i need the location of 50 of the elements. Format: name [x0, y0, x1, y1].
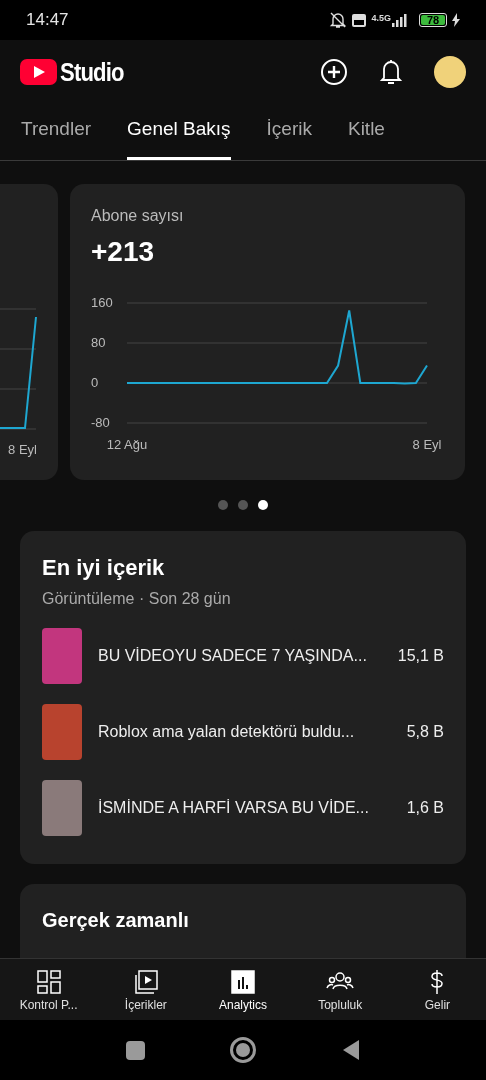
video-row[interactable]: BU VİDEOYU SADECE 7 YAŞINDA... 15,1 B — [42, 628, 444, 684]
home-button[interactable] — [229, 1037, 256, 1063]
x-tick-label: 8 Eyl — [412, 437, 442, 452]
status-time: 14:47 — [26, 9, 69, 32]
video-row[interactable]: İSMİNDE A HARFİ VARSA BU VİDE... 1,6 B — [42, 780, 444, 836]
notifications-button[interactable] — [378, 58, 404, 86]
video-views: 1,6 B — [405, 798, 444, 818]
video-title: BU VİDEOYU SADECE 7 YAŞINDA... — [98, 646, 367, 666]
subscriber-line-chart: -80 0 80 160 12 Ağu 8 Eyl — [91, 294, 444, 454]
y-tick-label: 0 — [91, 375, 99, 390]
nav-item[interactable]: Kontrol P... — [0, 959, 98, 1020]
battery-indicator: 78 — [419, 13, 447, 27]
avatar[interactable] — [434, 56, 466, 88]
bell-muted-icon — [329, 11, 348, 29]
video-title: Roblox ama yalan detektörü buldu... — [98, 722, 355, 742]
signal-icon — [392, 13, 408, 27]
line-series — [126, 309, 428, 385]
video-row[interactable]: Roblox ama yalan detektörü buldu... 5,8 B — [42, 704, 444, 760]
card-subtitle: Görüntüleme · Son 28 gün — [42, 591, 232, 607]
tab[interactable]: Genel Bakış — [127, 114, 231, 160]
nav-item[interactable]: Gelir — [388, 959, 486, 1020]
tab[interactable]: Trendler — [21, 114, 92, 160]
plus-circle-icon — [320, 58, 348, 86]
bell-icon — [378, 58, 404, 86]
recents-button[interactable] — [125, 1040, 145, 1060]
card-title: En iyi içerik — [42, 557, 166, 579]
video-title: İSMİNDE A HARFİ VARSA BU VİDE... — [98, 798, 369, 818]
network-type: 4.5G — [371, 13, 391, 23]
metric-value: +213 — [91, 238, 156, 266]
nav-item[interactable]: Analytics — [194, 959, 292, 1020]
y-tick-label: 160 — [91, 295, 113, 310]
tab[interactable]: İçerik — [266, 114, 312, 160]
nav-item[interactable]: İçerikler — [97, 959, 195, 1020]
bar-chart-icon — [230, 968, 256, 995]
video-views: 15,1 B — [396, 646, 444, 666]
y-tick-label: 80 — [91, 335, 106, 350]
y-tick-label: -80 — [91, 415, 110, 430]
video-library-icon — [132, 968, 159, 995]
metric-title: Abone sayısı — [91, 208, 185, 224]
card-title: Gerçek zamanlı — [42, 909, 189, 931]
tab[interactable]: Kitle — [347, 114, 385, 160]
axis-label: 8 Eyl — [8, 440, 37, 459]
create-button[interactable] — [320, 58, 348, 86]
x-tick-label: 12 Ağu — [106, 437, 148, 452]
nav-item[interactable]: Topluluk — [291, 959, 389, 1020]
play-logo-icon — [20, 59, 57, 85]
charging-icon — [452, 13, 460, 27]
logo-text: Studio — [60, 55, 124, 89]
video-views: 5,8 B — [405, 722, 444, 742]
dashboard-icon — [35, 968, 62, 995]
